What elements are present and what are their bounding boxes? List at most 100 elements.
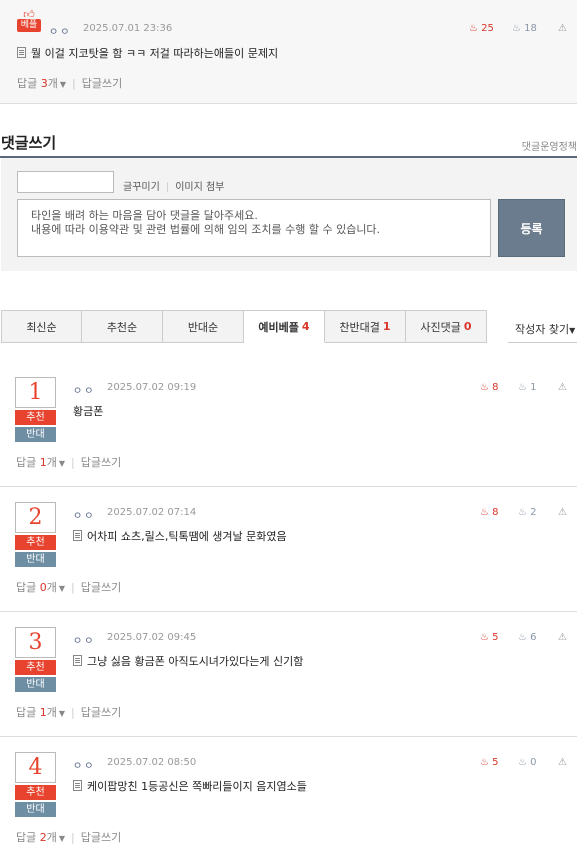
divider	[508, 342, 577, 343]
comment-date: 2025.07.02 09:45	[107, 632, 197, 643]
comment-textarea[interactable]: 타인을 배려 하는 마음을 담아 댓글을 달아주세요. 내용에 따라 이용약관 …	[17, 199, 491, 257]
downvote-button[interactable]: ♨ 2	[518, 507, 537, 518]
list-item: 3 추천 반대 ㅇㅇ 2025.07.02 09:45 ♨ 5 ♨ 6 ⚠ 그냥 싫음 황금폰 …	[0, 612, 577, 737]
comment-nickname[interactable]: ㅇㅇ	[73, 632, 95, 647]
upvote-count: 25	[481, 23, 494, 34]
rank-number: 1	[15, 377, 56, 408]
comment-text: 뭘 이걸 지코탓을 함 ㅋㅋ 저걸 따라하는애들이 문제지	[17, 45, 278, 61]
downvote-button[interactable]: ♨ 1	[518, 382, 537, 393]
document-icon	[17, 47, 26, 58]
write-comment-title: 댓글쓰기	[1, 134, 57, 152]
list-item: 1 추천 반대 ㅇㅇ 2025.07.02 09:19 ♨ 8 ♨ 1 ⚠ 황금폰 답글 1개 ▼ |…	[0, 362, 577, 487]
thumbs-up-icon: ♨	[469, 23, 478, 34]
reply-toggle[interactable]: 답글 1개 ▼	[16, 456, 65, 469]
downvote-count: 1	[530, 382, 537, 393]
rank-number: 3	[15, 627, 56, 658]
upvote-button[interactable]: ♨ 8	[480, 382, 499, 393]
downvote-button[interactable]: ♨ 0	[518, 757, 537, 768]
upvote-button[interactable]: ♨ 25	[469, 23, 494, 34]
comment-nickname[interactable]: ㅇㅇ	[49, 23, 71, 38]
comment-date: 2025.07.02 07:14	[107, 507, 197, 518]
comment-date: 2025.07.01 23:36	[83, 23, 173, 34]
thumbs-up-icon: ♨	[480, 632, 489, 643]
upvote-button[interactable]: ♨ 5	[480, 632, 499, 643]
report-icon[interactable]: ⚠	[558, 23, 567, 34]
reply-controls: 답글 0개 ▼ | 답글쓰기	[16, 581, 122, 594]
thumbs-up-icon: ♨	[480, 382, 489, 393]
thumbs-down-icon: ♨	[518, 507, 527, 518]
reply-toggle[interactable]: 답글 0개 ▼	[16, 581, 65, 594]
textarea-placeholder-line1: 타인을 배려 하는 마음을 담아 댓글을 달아주세요.	[31, 209, 258, 222]
downvote-count: 6	[530, 632, 537, 643]
textarea-placeholder-line2: 내용에 따라 이용약관 및 관련 법률에 의해 임의 조치를 수행 할 수 있습…	[31, 223, 381, 236]
recommend-button[interactable]: 추천	[15, 660, 56, 675]
write-reply-link[interactable]: 답글쓰기	[82, 77, 122, 90]
oppose-button[interactable]: 반대	[15, 552, 56, 567]
best-comment: 👍︎ 베플 ㅇㅇ 2025.07.01 23:36 ♨ 25 ♨ 18 ⚠ 뭘 …	[0, 0, 577, 104]
oppose-button[interactable]: 반대	[15, 802, 56, 817]
thumbs-down-icon: ♨	[518, 757, 527, 768]
chevron-down-icon: ▼	[58, 584, 66, 593]
upvote-count: 8	[492, 507, 499, 518]
best-badge: 👍︎ 베플	[17, 9, 41, 33]
comment-nickname[interactable]: ㅇㅇ	[73, 507, 95, 522]
tab-pre-best[interactable]: 예비베플 4	[244, 310, 325, 343]
decorate-text-button[interactable]: 글꾸미기	[123, 182, 160, 193]
report-icon[interactable]: ⚠	[558, 507, 567, 518]
recommend-button[interactable]: 추천	[15, 785, 56, 800]
downvote-count: 2	[530, 507, 537, 518]
thumbs-down-icon: ♨	[518, 632, 527, 643]
comment-text: 황금폰	[73, 405, 104, 418]
downvote-button[interactable]: ♨ 6	[518, 632, 537, 643]
write-reply-link[interactable]: 답글쓰기	[81, 831, 121, 844]
reply-toggle[interactable]: 답글 1개 ▼	[16, 706, 65, 719]
chevron-down-icon: ▼	[569, 326, 576, 335]
recommend-button[interactable]: 추천	[15, 535, 56, 550]
write-reply-link[interactable]: 답글쓰기	[81, 706, 121, 719]
downvote-count: 0	[530, 757, 537, 768]
comment-nickname[interactable]: ㅇㅇ	[73, 757, 95, 772]
document-icon	[73, 780, 82, 791]
upvote-count: 5	[492, 757, 499, 768]
submit-button[interactable]: 등록	[498, 199, 565, 257]
nickname-input[interactable]	[17, 171, 114, 193]
sort-tabs: 최신순 추천순 반대순 예비베플 4 찬반대결 1 사진댓글 0	[1, 310, 487, 343]
document-icon	[73, 530, 82, 541]
rank-number: 4	[15, 752, 56, 783]
reply-toggle[interactable]: 답글 3개 ▼	[17, 77, 66, 90]
comment-policy-link[interactable]: 댓글운영정책	[522, 138, 577, 153]
attach-image-button[interactable]: 이미지 첨부	[175, 182, 224, 193]
oppose-button[interactable]: 반대	[15, 677, 56, 692]
upvote-count: 8	[492, 382, 499, 393]
best-badge-label: 베플	[17, 19, 41, 32]
chevron-down-icon: ▼	[58, 709, 66, 718]
write-reply-link[interactable]: 답글쓰기	[81, 581, 121, 594]
tab-pro-con[interactable]: 찬반대결 1	[325, 310, 406, 343]
document-icon	[73, 655, 82, 666]
downvote-count: 18	[524, 23, 537, 34]
find-writer-dropdown[interactable]: 작성자 찾기▼	[515, 321, 575, 337]
reply-controls: 답글 3개 ▼ | 답글쓰기	[17, 77, 123, 90]
report-icon[interactable]: ⚠	[558, 757, 567, 768]
tab-recommended[interactable]: 추천순	[82, 310, 163, 343]
tab-opposed[interactable]: 반대순	[163, 310, 244, 343]
upvote-button[interactable]: ♨ 5	[480, 757, 499, 768]
list-item: 2 추천 반대 ㅇㅇ 2025.07.02 07:14 ♨ 8 ♨ 2 ⚠ 어차피 쇼츠,릴스,…	[0, 487, 577, 612]
upvote-button[interactable]: ♨ 8	[480, 507, 499, 518]
report-icon[interactable]: ⚠	[558, 632, 567, 643]
report-icon[interactable]: ⚠	[558, 382, 567, 393]
reply-controls: 답글 1개 ▼ | 답글쓰기	[16, 456, 122, 469]
comment-nickname[interactable]: ㅇㅇ	[73, 382, 95, 397]
comment-date: 2025.07.02 08:50	[107, 757, 197, 768]
thumbs-up-icon: ♨	[480, 507, 489, 518]
tab-latest[interactable]: 최신순	[1, 310, 82, 343]
reply-toggle[interactable]: 답글 2개 ▼	[16, 831, 65, 844]
tab-photo-comments[interactable]: 사진댓글 0	[406, 310, 487, 343]
thumbs-down-icon: ♨	[518, 382, 527, 393]
write-reply-link[interactable]: 답글쓰기	[81, 456, 121, 469]
oppose-button[interactable]: 반대	[15, 427, 56, 442]
recommend-button[interactable]: 추천	[15, 410, 56, 425]
comment-text: 그냥 싫음 황금폰 아직도시녀가있다는게 신기함	[73, 653, 303, 669]
comment-text: 케이팝망친 1등공신은 쪽빠리들이지 음지염소들	[73, 778, 307, 794]
downvote-button[interactable]: ♨ 18	[512, 23, 537, 34]
